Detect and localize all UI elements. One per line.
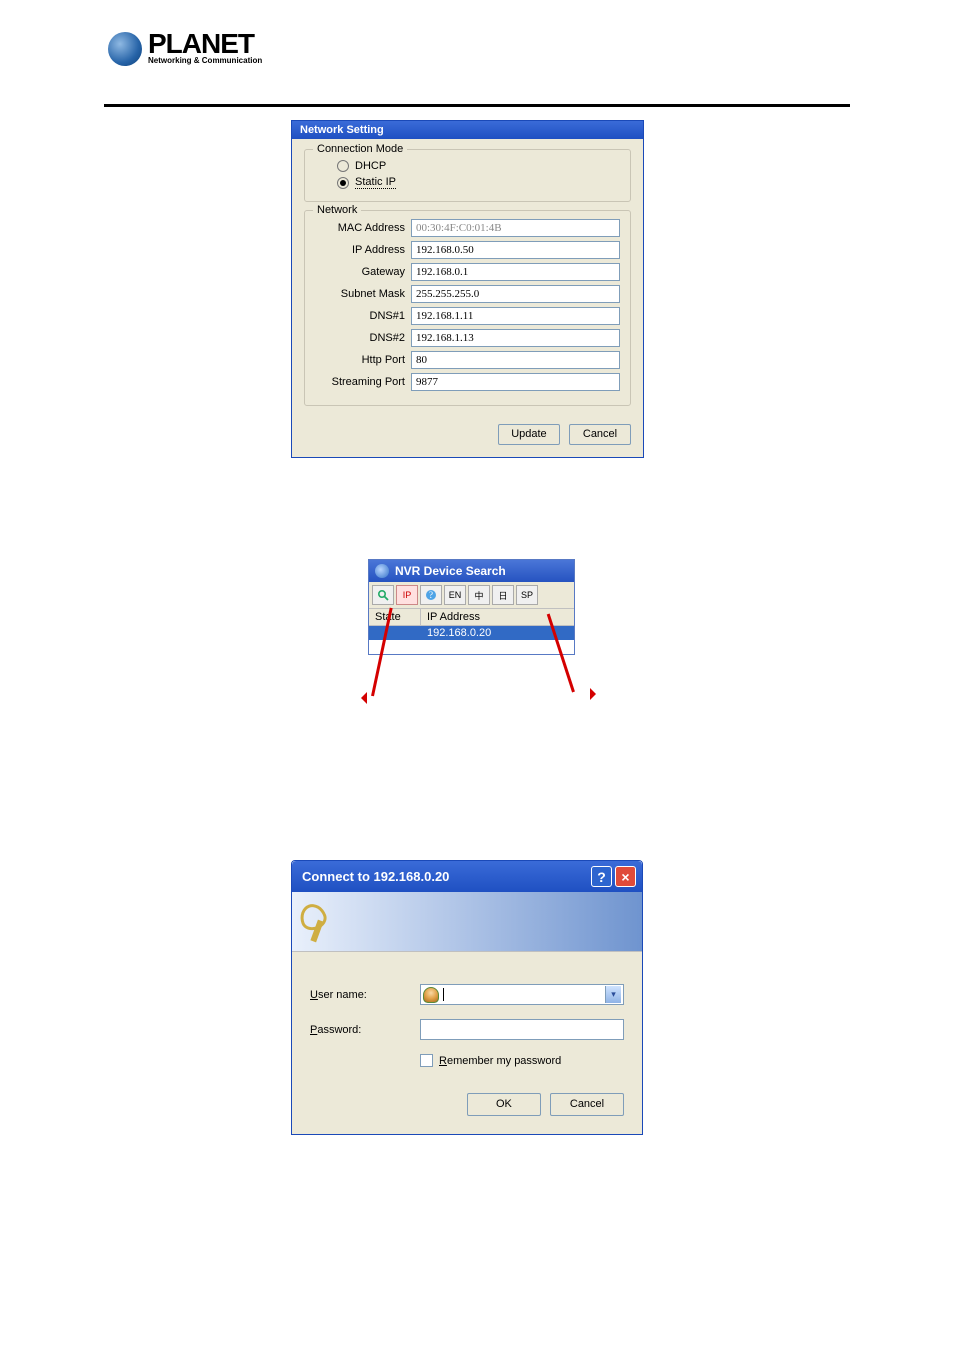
annotation-arrow-right: [592, 692, 593, 693]
nvr-lang-jp-button[interactable]: 日: [492, 585, 514, 605]
nvr-row-state: [369, 626, 421, 640]
nvr-list-header: State IP Address: [369, 609, 574, 626]
static-ip-label: Static IP: [355, 176, 396, 189]
network-legend: Network: [313, 204, 361, 216]
header-rule: [104, 104, 850, 107]
ok-button[interactable]: OK: [467, 1093, 541, 1116]
nvr-lang-cn-button[interactable]: 中: [468, 585, 490, 605]
static-ip-radio[interactable]: Static IP: [315, 174, 620, 191]
brand-tagline: Networking & Communication: [148, 56, 262, 65]
update-button[interactable]: Update: [498, 424, 560, 445]
http-port-input[interactable]: [411, 351, 620, 369]
connect-dialog: Connect to 192.168.0.20 ? × User name: ▾…: [291, 860, 643, 1135]
radio-checked-icon: [337, 177, 349, 189]
search-icon: [377, 589, 389, 601]
subnet-mask-label: Subnet Mask: [315, 288, 405, 300]
svg-text:?: ?: [429, 590, 433, 600]
nvr-toolbar: IP ? EN 中 日 SP: [369, 582, 574, 609]
connect-cancel-button[interactable]: Cancel: [550, 1093, 624, 1116]
connect-help-button[interactable]: ?: [591, 866, 612, 887]
brand-name: PLANET: [148, 33, 262, 55]
planet-globe-icon: [108, 32, 142, 66]
nvr-search-button[interactable]: [372, 585, 394, 605]
brand-text: PLANET Networking & Communication: [148, 33, 262, 64]
dropdown-icon[interactable]: ▾: [605, 986, 621, 1003]
password-label: Password:: [310, 1024, 420, 1036]
subnet-mask-input[interactable]: [411, 285, 620, 303]
streaming-port-input[interactable]: [411, 373, 620, 391]
password-field[interactable]: [420, 1019, 624, 1040]
dns2-input[interactable]: [411, 329, 620, 347]
radio-unchecked-icon: [337, 160, 349, 172]
keys-icon: [300, 900, 344, 944]
nvr-ip-button[interactable]: IP: [396, 585, 418, 605]
annotation-arrow-left: [341, 696, 344, 697]
dhcp-label: DHCP: [355, 160, 386, 172]
text-cursor: [443, 988, 444, 1001]
ip-address-label: IP Address: [315, 244, 405, 256]
help-icon: ?: [425, 589, 437, 601]
nvr-list-row-selected[interactable]: 192.168.0.20: [369, 626, 574, 640]
nvr-title-bar: NVR Device Search: [369, 560, 574, 582]
nvr-help-button[interactable]: ?: [420, 585, 442, 605]
mac-address-label: MAC Address: [315, 222, 405, 234]
mac-address-input: [411, 219, 620, 237]
brand-logo: PLANET Networking & Communication: [108, 32, 262, 66]
nvr-title-text: NVR Device Search: [395, 564, 506, 578]
dns1-label: DNS#1: [315, 310, 405, 322]
nvr-lang-en-button[interactable]: EN: [444, 585, 466, 605]
username-field[interactable]: ▾: [420, 984, 624, 1005]
remember-password-label: Remember my password: [439, 1055, 561, 1067]
connection-mode-legend: Connection Mode: [313, 143, 407, 155]
network-setting-dialog: Network Setting Connection Mode DHCP Sta…: [291, 120, 644, 458]
dns1-input[interactable]: [411, 307, 620, 325]
nvr-device-search-window: NVR Device Search IP ? EN 中 日 SP State I…: [368, 559, 575, 655]
remember-password-checkbox[interactable]: Remember my password: [420, 1054, 624, 1067]
connect-title-text: Connect to 192.168.0.20: [302, 869, 588, 884]
network-setting-title: Network Setting: [292, 121, 643, 139]
http-port-label: Http Port: [315, 354, 405, 366]
gateway-label: Gateway: [315, 266, 405, 278]
username-label: User name:: [310, 989, 420, 1001]
gateway-input[interactable]: [411, 263, 620, 281]
connect-title-bar: Connect to 192.168.0.20 ? ×: [292, 861, 642, 892]
streaming-port-label: Streaming Port: [315, 376, 405, 388]
cancel-button[interactable]: Cancel: [569, 424, 631, 445]
connection-mode-fieldset: Connection Mode DHCP Static IP: [304, 149, 631, 202]
dhcp-radio[interactable]: DHCP: [315, 158, 620, 174]
nvr-lang-sp-button[interactable]: SP: [516, 585, 538, 605]
dns2-label: DNS#2: [315, 332, 405, 344]
nvr-list-empty-area: [369, 640, 574, 654]
connect-banner: [292, 892, 642, 952]
user-icon: [423, 987, 439, 1003]
nvr-col-state[interactable]: State: [369, 609, 421, 625]
network-fieldset: Network MAC Address IP Address Gateway S…: [304, 210, 631, 406]
nvr-app-icon: [375, 564, 389, 578]
connect-close-button[interactable]: ×: [615, 866, 636, 887]
checkbox-unchecked-icon: [420, 1054, 433, 1067]
ip-address-input[interactable]: [411, 241, 620, 259]
